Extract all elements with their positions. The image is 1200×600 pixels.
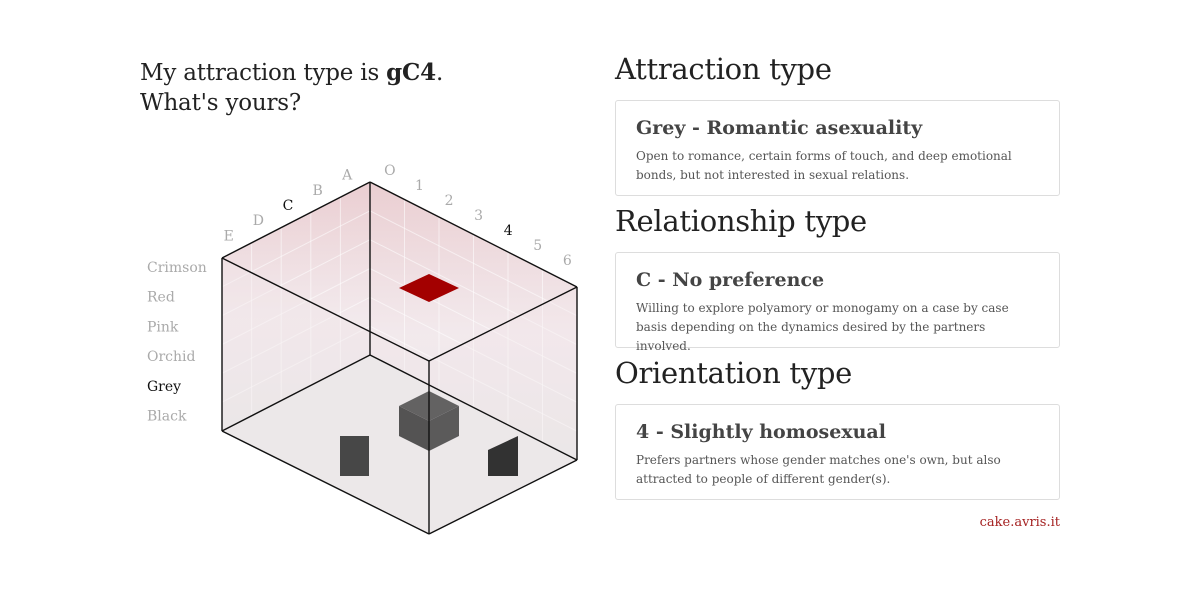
letter-tick: A	[341, 168, 353, 184]
number-tick: 2	[445, 193, 454, 209]
color-label: Crimson	[147, 260, 207, 276]
letter-tick: B	[312, 183, 322, 199]
color-label: Grey	[147, 379, 181, 395]
headline: My attraction type is gC4. What's yours?	[140, 58, 560, 118]
orientation-description: Prefers partners whose gender matches on…	[636, 453, 1001, 486]
attraction-cube: A B C D E O 1 2 3 4 5 6 Crimson Red Pink Orchid Grey Blac…	[140, 160, 600, 560]
attraction-code: gC4	[386, 59, 436, 86]
site-link[interactable]: cake.avris.it	[900, 515, 1060, 530]
relationship-description: Willing to explore polyamory or monogamy…	[636, 301, 1009, 353]
orientation-card: 4 - Slightly homosexual Prefers partners…	[615, 404, 1060, 500]
orientation-heading: Orientation type	[615, 356, 852, 390]
letter-tick: E	[224, 228, 234, 244]
headline-suffix: .	[435, 60, 444, 86]
relationship-title: C - No preference	[636, 269, 825, 291]
result-panel: Attraction type Grey - Romantic asexuali…	[615, 50, 1060, 500]
grey-cell-left	[340, 436, 369, 476]
color-label: Orchid	[147, 349, 196, 365]
letter-tick: D	[253, 213, 264, 229]
attraction-card: Grey - Romantic asexuality Open to roman…	[615, 100, 1060, 196]
number-tick: 1	[415, 178, 424, 194]
headline-question: What's yours?	[140, 90, 302, 116]
cube-diagram: A B C D E O 1 2 3 4 5 6 Crimson Red Pink Orchid Grey Blac…	[147, 163, 578, 535]
number-tick: 5	[533, 238, 542, 254]
number-tick: 3	[474, 208, 483, 224]
attraction-heading: Attraction type	[615, 52, 832, 86]
headline-prefix: My attraction type is	[140, 60, 387, 86]
letter-tick: C	[283, 198, 294, 214]
relationship-heading: Relationship type	[615, 204, 867, 238]
relationship-card: C - No preference Willing to explore pol…	[615, 252, 1060, 353]
attraction-description: Open to romance, certain forms of touch,…	[636, 149, 1012, 182]
number-tick: 4	[504, 223, 513, 239]
color-label: Black	[147, 409, 187, 425]
color-label: Pink	[147, 319, 179, 335]
attraction-title: Grey - Romantic asexuality	[636, 117, 923, 139]
orientation-title: 4 - Slightly homosexual	[636, 421, 886, 443]
color-label: Red	[147, 290, 175, 306]
number-tick: O	[384, 163, 395, 179]
number-tick: 6	[563, 253, 572, 269]
